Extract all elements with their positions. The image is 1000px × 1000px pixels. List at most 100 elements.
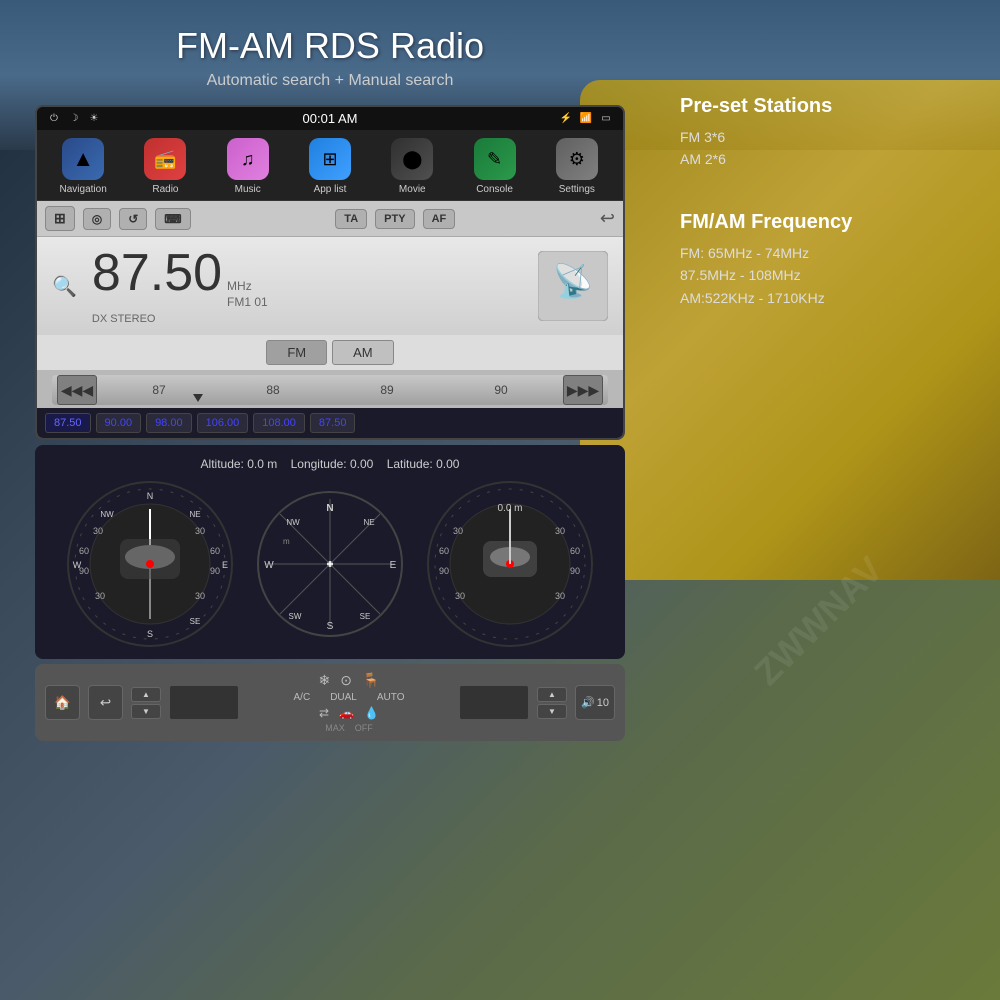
radio-icon-btn[interactable]: ↺ bbox=[119, 208, 147, 230]
svg-text:SE: SE bbox=[190, 617, 201, 626]
wifi-icon: 📶 bbox=[579, 112, 593, 126]
app-bar: ▲ Navigation 📻 Radio ♫ Music ⊞ App list … bbox=[37, 130, 623, 201]
settings-app-icon: ⚙ bbox=[556, 138, 598, 180]
radio-app-label: Radio bbox=[152, 184, 178, 195]
altitude-value: 0.0 m bbox=[247, 457, 277, 471]
svg-text:90: 90 bbox=[79, 566, 89, 576]
music-app-item[interactable]: ♫ Music bbox=[213, 138, 283, 195]
prev-station-btn[interactable]: ◀◀◀ bbox=[57, 375, 97, 405]
svg-text:30: 30 bbox=[195, 591, 205, 601]
freq-am: AM:522KHz - 1710KHz bbox=[680, 287, 980, 309]
svg-text:m: m bbox=[283, 537, 290, 546]
movie-app-icon: ⬤ bbox=[391, 138, 433, 180]
svg-text:NW: NW bbox=[100, 510, 114, 519]
am-button[interactable]: AM bbox=[332, 340, 394, 365]
freq-fm1: FM: 65MHz - 74MHz bbox=[680, 242, 980, 264]
temp-up-btn[interactable]: ▲ bbox=[131, 687, 161, 702]
scale-mark-89: 89 bbox=[380, 383, 393, 397]
device-screen: ⏻ ☽ ☀ 00:01 AM ⚡ 📶 ▭ ▲ Navigation � bbox=[35, 105, 625, 440]
applist-app-icon: ⊞ bbox=[309, 138, 351, 180]
svg-text:30: 30 bbox=[95, 591, 105, 601]
temp-down-btn[interactable]: ▼ bbox=[131, 704, 161, 719]
power-icon: ⏻ bbox=[47, 112, 61, 126]
radio-toolbar: ⊞ ◎ ↺ ⌨ TA PTY AF ↩ bbox=[37, 201, 623, 237]
console-app-item[interactable]: ✎ Console bbox=[460, 138, 530, 195]
af-btn[interactable]: AF bbox=[423, 209, 456, 229]
settings-app-label: Settings bbox=[559, 184, 595, 195]
status-bar: ⏻ ☽ ☀ 00:01 AM ⚡ 📶 ▭ bbox=[37, 107, 623, 130]
nav-app-icon: ▲ bbox=[62, 138, 104, 180]
keyboard-btn[interactable]: ⌨ bbox=[155, 208, 190, 230]
scan-btn[interactable]: ◎ bbox=[83, 208, 111, 230]
pty-btn[interactable]: PTY bbox=[375, 209, 414, 229]
preset-stations-title: Pre-set Stations bbox=[680, 95, 980, 118]
nav-app-item[interactable]: ▲ Navigation bbox=[48, 138, 118, 195]
nav-app-label: Navigation bbox=[60, 184, 107, 195]
dx-stereo: DX STEREO bbox=[92, 313, 523, 325]
frequency-scale: ◀◀◀ 87 88 89 90 ▶▶▶ bbox=[37, 370, 623, 408]
preset-am: AM 2*6 bbox=[680, 148, 980, 170]
applist-app-label: App list bbox=[314, 184, 347, 195]
status-time: 00:01 AM bbox=[303, 111, 358, 126]
preset-2[interactable]: 90.00 bbox=[96, 413, 142, 433]
vol-down-btn[interactable]: ▼ bbox=[537, 704, 567, 719]
ac-panel: 🏠 ↩ ▲ ▼ ❄ ⊙ 🪑 A/C DUAL AUTO ⇄ bbox=[35, 664, 625, 741]
preset-1[interactable]: 87.50 bbox=[45, 413, 91, 433]
speed-gauge: 0.0 m 60 90 60 90 30 30 30 30 bbox=[425, 479, 595, 649]
frequency-sub: FM1 01 bbox=[227, 295, 268, 311]
back-btn[interactable]: ↩ bbox=[600, 208, 615, 229]
preset-6[interactable]: 87.50 bbox=[310, 413, 356, 433]
latitude-value: 0.00 bbox=[436, 457, 459, 471]
fm-am-row: FM AM bbox=[37, 335, 623, 370]
home-button[interactable]: 🏠 bbox=[45, 685, 80, 720]
left-temp-display bbox=[169, 685, 239, 720]
frequency-number: 87.50 bbox=[92, 247, 222, 299]
ac-person-icon: 🚗 bbox=[339, 706, 354, 720]
brightness-icon: ☀ bbox=[87, 112, 101, 126]
svg-text:W: W bbox=[264, 560, 274, 571]
console-app-icon: ✎ bbox=[474, 138, 516, 180]
freq-fm2: 87.5MHz - 108MHz bbox=[680, 264, 980, 286]
auto-label: AUTO bbox=[377, 692, 405, 703]
svg-text:S: S bbox=[327, 621, 334, 632]
ac-snowflake-icon: ❄ bbox=[319, 672, 331, 689]
dual-label: DUAL bbox=[330, 692, 357, 703]
longitude-value: 0.00 bbox=[350, 457, 373, 471]
svg-text:E: E bbox=[390, 560, 397, 571]
applist-app-item[interactable]: ⊞ App list bbox=[295, 138, 365, 195]
svg-text:60: 60 bbox=[210, 546, 220, 556]
compass-gauge: N S E W NE NW SE 60 90 60 90 bbox=[65, 479, 235, 649]
vol-up-btn[interactable]: ▲ bbox=[537, 687, 567, 702]
preset-3[interactable]: 98.00 bbox=[146, 413, 192, 433]
svg-text:30: 30 bbox=[555, 526, 565, 536]
ac-arrows-icon: ⇄ bbox=[319, 706, 329, 720]
preset-4[interactable]: 106.00 bbox=[197, 413, 249, 433]
ac-seat-icon: 🪑 bbox=[362, 672, 379, 689]
screen-icon: ▭ bbox=[599, 112, 613, 126]
scale-mark-90: 90 bbox=[494, 383, 507, 397]
back-button[interactable]: ↩ bbox=[88, 685, 123, 720]
movie-app-item[interactable]: ⬤ Movie bbox=[377, 138, 447, 195]
ta-btn[interactable]: TA bbox=[335, 209, 367, 229]
gps-section: Altitude: 0.0 m Longitude: 0.00 Latitude… bbox=[35, 445, 625, 659]
svg-text:SW: SW bbox=[289, 612, 302, 621]
equalizer-btn[interactable]: ⊞ bbox=[45, 206, 75, 231]
volume-value: 10 bbox=[597, 697, 609, 709]
fm-button[interactable]: FM bbox=[266, 340, 327, 365]
next-station-btn[interactable]: ▶▶▶ bbox=[563, 375, 603, 405]
settings-app-item[interactable]: ⚙ Settings bbox=[542, 138, 612, 195]
svg-text:30: 30 bbox=[555, 591, 565, 601]
ac-label: A/C bbox=[294, 692, 311, 703]
svg-text:SE: SE bbox=[360, 612, 371, 621]
frequency-title: FM/AM Frequency bbox=[680, 211, 980, 234]
svg-text:30: 30 bbox=[455, 591, 465, 601]
volume-button[interactable]: 🔊10 bbox=[575, 685, 615, 720]
signal-icon: 📡 bbox=[538, 251, 608, 321]
preset-5[interactable]: 108.00 bbox=[253, 413, 305, 433]
svg-text:60: 60 bbox=[570, 546, 580, 556]
music-app-icon: ♫ bbox=[227, 138, 269, 180]
radio-panel: ⊞ ◎ ↺ ⌨ TA PTY AF ↩ 🔍 87.50 bbox=[37, 201, 623, 438]
svg-text:S: S bbox=[147, 629, 153, 639]
radio-app-item[interactable]: 📻 Radio bbox=[130, 138, 200, 195]
svg-text:NE: NE bbox=[189, 510, 200, 519]
